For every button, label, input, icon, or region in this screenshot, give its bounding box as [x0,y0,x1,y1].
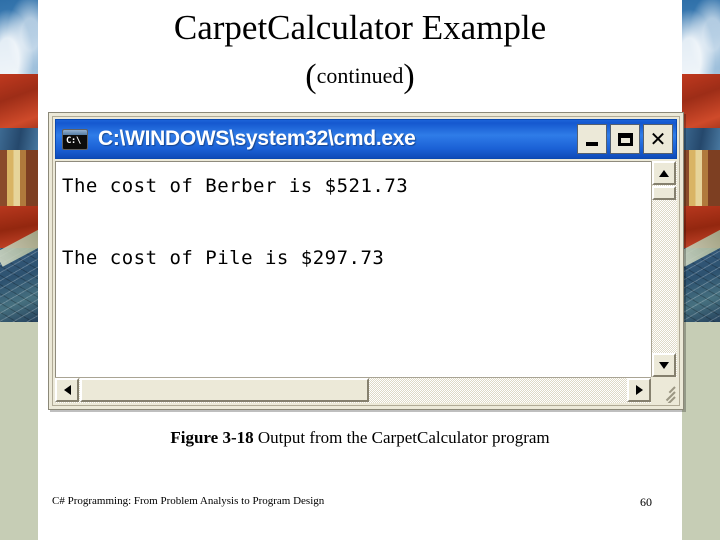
vertical-scrollbar[interactable] [651,161,677,377]
minimize-icon [586,142,598,146]
right-photo-image [682,0,720,322]
slide-subtitle: (continued) [38,60,682,94]
close-icon: ✕ [649,127,667,151]
vertical-scroll-thumb[interactable] [652,186,676,200]
figure-label: Figure 3-18 [170,428,254,447]
figure-caption: Figure 3-18 Output from the CarpetCalcul… [38,428,682,448]
cmd-icon-titlebar-stripe [63,129,87,135]
figure-caption-text: Output from the CarpetCalculator program [253,428,550,447]
minimize-button[interactable] [577,124,607,154]
maximize-button[interactable] [610,124,640,154]
cmd-client-area: The cost of Berber is $521.73 The cost o… [55,161,677,403]
scroll-down-button[interactable] [652,353,676,377]
chevron-up-icon [659,169,669,177]
subtitle-open-paren: ( [305,58,317,95]
resize-grip-icon[interactable] [651,377,677,403]
subtitle-close-paren: ) [403,58,415,95]
cmd-window-inner-frame: C:\ C:\WINDOWS\system32\cmd.exe ✕ The co… [52,116,680,406]
chevron-right-icon [635,385,643,395]
cmd-window-title: C:\WINDOWS\system32\cmd.exe [98,127,416,150]
horizontal-scroll-thumb[interactable] [80,378,369,402]
left-photo-image [0,0,38,322]
console-output-text[interactable]: The cost of Berber is $521.73 The cost o… [55,161,651,377]
cmd-titlebar[interactable]: C:\ C:\WINDOWS\system32\cmd.exe ✕ [55,119,677,159]
scroll-up-button[interactable] [652,161,676,185]
window-controls: ✕ [577,124,673,154]
close-button[interactable]: ✕ [643,124,673,154]
subtitle-word: continued [316,63,404,88]
chevron-down-icon [659,361,669,369]
slide-canvas: CarpetCalculator Example (continued) C:\… [0,0,720,540]
footer-book-title: C# Programming: From Problem Analysis to… [52,495,325,507]
slide-title: CarpetCalculator Example [173,8,547,47]
chevron-left-icon [63,385,71,395]
footer-page-number: 60 [640,495,652,509]
cmd-window: C:\ C:\WINDOWS\system32\cmd.exe ✕ The co… [48,112,684,410]
scroll-right-button[interactable] [627,378,651,402]
right-sage-band [682,322,720,540]
cmd-icon-prompt-text: C:\ [66,135,81,146]
cmd-console-icon[interactable]: C:\ [62,128,88,150]
left-sage-band [0,322,38,540]
right-decorative-strip [682,0,720,540]
scroll-left-button[interactable] [55,378,79,402]
left-decorative-strip [0,0,38,540]
maximize-icon [617,132,633,146]
horizontal-scrollbar[interactable] [55,377,651,403]
